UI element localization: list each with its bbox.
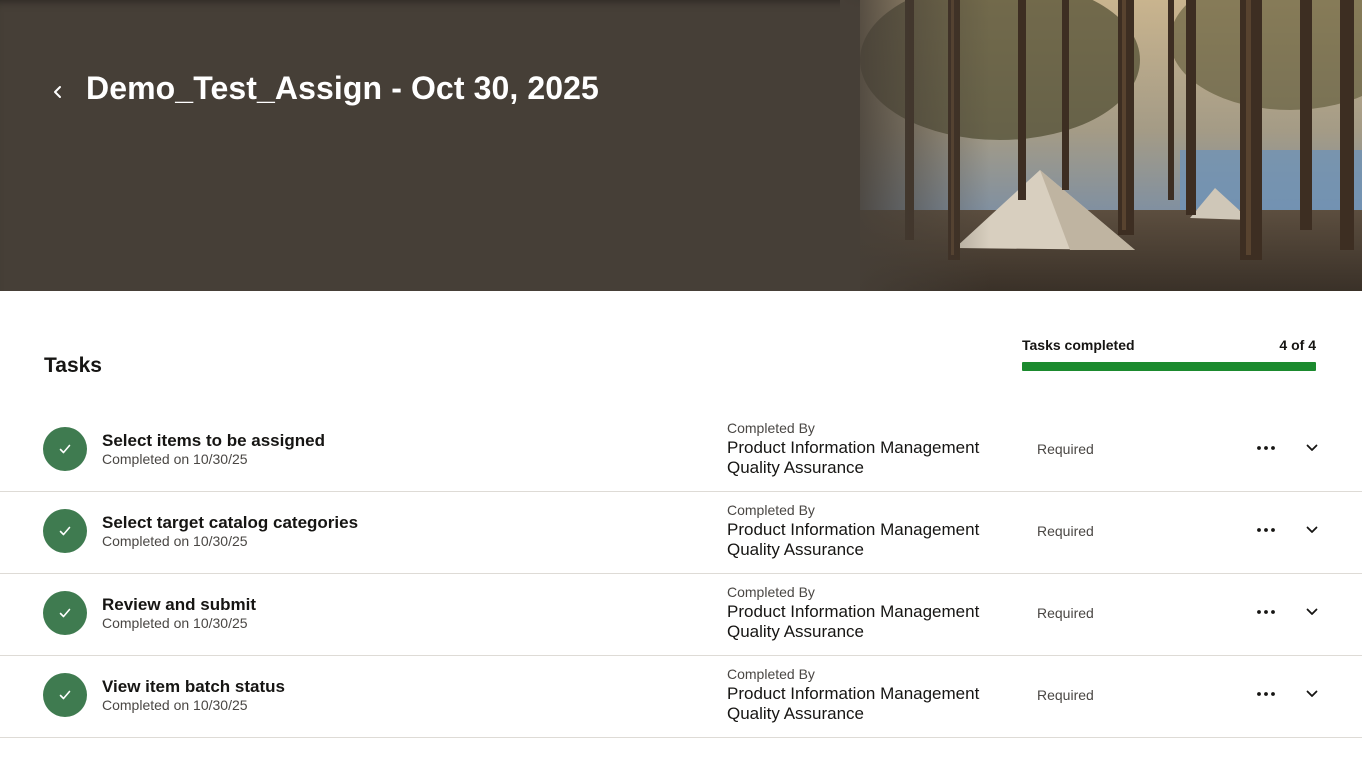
more-horizontal-icon bbox=[1257, 528, 1275, 532]
expand-row-button[interactable] bbox=[1300, 600, 1324, 624]
task-completed-date: Completed on 10/30/25 bbox=[102, 615, 248, 631]
task-title[interactable]: Select items to be assigned bbox=[102, 431, 325, 451]
header-banner: Demo_Test_Assign - Oct 30, 2025 bbox=[0, 0, 1362, 291]
requirement-label: Required bbox=[1037, 523, 1094, 539]
check-icon bbox=[59, 608, 71, 618]
completed-by-value: Product Information Management Quality A… bbox=[727, 684, 980, 723]
more-horizontal-icon bbox=[1257, 610, 1275, 614]
page-title: Demo_Test_Assign - Oct 30, 2025 bbox=[86, 70, 599, 106]
chevron-down-icon bbox=[1306, 690, 1318, 697]
chevron-left-icon bbox=[54, 86, 61, 98]
more-actions-button[interactable] bbox=[1252, 436, 1280, 460]
requirement-label: Required bbox=[1037, 687, 1094, 703]
task-completed-date: Completed on 10/30/25 bbox=[102, 697, 248, 713]
completed-by-value: Product Information Management Quality A… bbox=[727, 602, 980, 641]
banner-forest-image bbox=[840, 0, 1362, 291]
more-actions-button[interactable] bbox=[1252, 600, 1280, 624]
chevron-down-icon bbox=[1306, 444, 1318, 451]
completed-by-value: Product Information Management Quality A… bbox=[727, 438, 980, 477]
back-button[interactable] bbox=[44, 78, 72, 106]
completed-by-label: Completed By bbox=[727, 502, 815, 518]
expand-row-button[interactable] bbox=[1300, 518, 1324, 542]
task-completed-date: Completed on 10/30/25 bbox=[102, 533, 248, 549]
progress-count: 4 of 4 bbox=[1279, 337, 1316, 353]
chevron-down-icon bbox=[1306, 608, 1318, 615]
completed-status-icon bbox=[43, 673, 87, 717]
check-icon bbox=[59, 526, 71, 536]
progress-bar bbox=[1022, 362, 1316, 371]
task-completed-date: Completed on 10/30/25 bbox=[102, 451, 248, 467]
task-row[interactable]: Select items to be assigned Completed on… bbox=[0, 410, 1362, 492]
tasks-heading: Tasks bbox=[44, 354, 102, 377]
completed-by-label: Completed By bbox=[727, 666, 815, 682]
expand-row-button[interactable] bbox=[1300, 436, 1324, 460]
completed-status-icon bbox=[43, 427, 87, 471]
requirement-label: Required bbox=[1037, 441, 1094, 457]
completed-by-label: Completed By bbox=[727, 584, 815, 600]
task-title[interactable]: View item batch status bbox=[102, 677, 285, 697]
completed-status-icon bbox=[43, 509, 87, 553]
check-icon bbox=[59, 690, 71, 700]
completed-by-label: Completed By bbox=[727, 420, 815, 436]
more-actions-button[interactable] bbox=[1252, 518, 1280, 542]
more-horizontal-icon bbox=[1257, 446, 1275, 450]
task-row[interactable]: Review and submit Completed on 10/30/25 … bbox=[0, 574, 1362, 656]
progress-bar-fill bbox=[1022, 362, 1316, 371]
progress-label: Tasks completed bbox=[1022, 337, 1135, 353]
task-title[interactable]: Select target catalog categories bbox=[102, 513, 358, 533]
completed-status-icon bbox=[43, 591, 87, 635]
more-horizontal-icon bbox=[1257, 692, 1275, 696]
task-list: Select items to be assigned Completed on… bbox=[0, 410, 1362, 738]
expand-row-button[interactable] bbox=[1300, 682, 1324, 706]
task-title[interactable]: Review and submit bbox=[102, 595, 256, 615]
task-row[interactable]: View item batch status Completed on 10/3… bbox=[0, 656, 1362, 738]
more-actions-button[interactable] bbox=[1252, 682, 1280, 706]
completed-by-value: Product Information Management Quality A… bbox=[727, 520, 980, 559]
check-icon bbox=[59, 444, 71, 454]
task-row[interactable]: Select target catalog categories Complet… bbox=[0, 492, 1362, 574]
chevron-down-icon bbox=[1306, 526, 1318, 533]
requirement-label: Required bbox=[1037, 605, 1094, 621]
